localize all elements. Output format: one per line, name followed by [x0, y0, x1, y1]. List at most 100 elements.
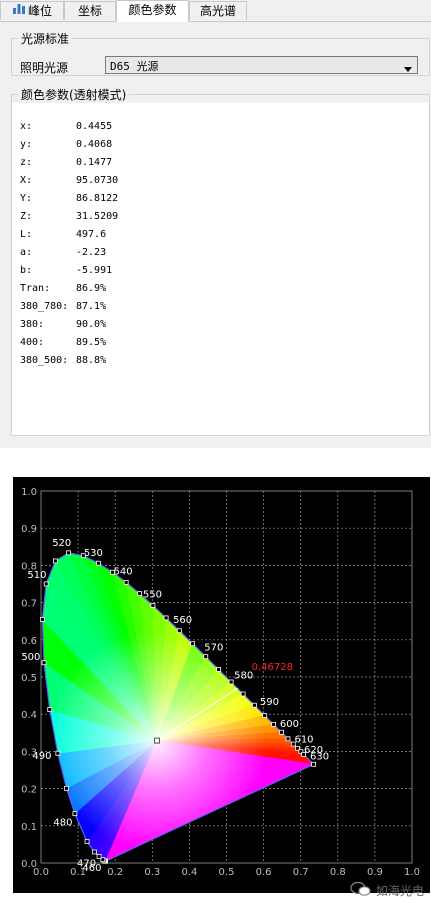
x-tick-label: 0.4	[181, 867, 197, 878]
spectral-point	[72, 811, 78, 817]
param-row: X: 95.0730	[20, 175, 119, 186]
y-tick-label: 1.0	[21, 487, 37, 498]
x-tick-label: 0.7	[293, 867, 309, 878]
y-tick-label: 0.6	[21, 636, 37, 647]
color-params-group: 颜色参数(透射模式) x: 0.4455 y: 0.4068 z: 0.1477 X:…	[11, 86, 430, 436]
tab-label: 坐标	[77, 4, 102, 18]
illuminant-label: 照明光源	[20, 61, 69, 75]
spectral-point	[190, 641, 196, 647]
cie-chromaticity-diagram: 460 470 480 490 500 510 520 530 540 550 560 570 580 5…	[13, 477, 430, 893]
color-params-group-title: 颜色参数(透射模式)	[21, 88, 127, 102]
x-tick-label: 0.3	[144, 867, 160, 878]
y-tick-label: 0.5	[21, 673, 37, 684]
wavelength-label: 550	[143, 589, 162, 600]
y-tick-label: 0.7	[21, 599, 37, 610]
tab-bar: 峰位 坐标 颜色参数 高光谱	[0, 0, 431, 22]
param-row: 380_500: 88.8%	[20, 355, 107, 366]
wavelength-label: 520	[52, 538, 71, 549]
tab-peak-position[interactable]: 峰位	[0, 1, 64, 20]
spectral-point	[285, 736, 291, 742]
wavelength-label: 600	[280, 719, 299, 730]
spectral-point	[43, 581, 49, 587]
illuminant-group: 光源标准 照明光源 D65 光源	[11, 30, 430, 76]
spectral-point	[290, 741, 296, 747]
tab-coordinates[interactable]: 坐标	[64, 1, 116, 20]
tab-label: 峰位	[27, 4, 52, 18]
wavelength-label: 540	[114, 567, 133, 578]
spectral-point	[216, 667, 222, 672]
spectral-point	[203, 654, 209, 660]
wavelength-label: 480	[53, 818, 72, 829]
param-row: z: 0.1477	[20, 157, 113, 168]
spectral-point	[279, 729, 284, 735]
param-row: Tran: 86.9%	[20, 283, 107, 294]
dominant-value-annotation: 0.46728	[252, 662, 293, 673]
param-row: y: 0.4068	[20, 139, 113, 150]
wavelength-label: 500	[21, 652, 40, 663]
param-row: 380: 90.0%	[20, 319, 107, 330]
illuminant-group-title: 光源标准	[21, 32, 70, 46]
x-tick-label: 0.6	[256, 867, 272, 878]
spectral-point	[64, 785, 69, 791]
spectral-point	[66, 550, 71, 556]
y-tick-label: 0.9	[21, 524, 37, 535]
x-tick-label: 0.5	[219, 867, 235, 878]
chart-bar-icon	[12, 2, 26, 21]
spectral-point	[40, 617, 45, 622]
watermark-text: 如海光电	[376, 883, 425, 898]
color-params-list: x: 0.4455 y: 0.4068 z: 0.1477 X: 95.0730 Y: 8…	[12, 103, 429, 435]
spectral-point	[96, 854, 102, 859]
spectral-point	[228, 679, 234, 685]
wavelength-label: 570	[204, 642, 223, 653]
spectral-point	[47, 707, 53, 712]
spectral-point	[271, 722, 277, 727]
spectral-point	[41, 660, 47, 666]
y-tick-label: 0.4	[21, 710, 37, 721]
y-tick-label: 0.2	[21, 785, 37, 796]
chevron-down-icon	[404, 62, 412, 76]
illuminant-select[interactable]: D65 光源	[105, 56, 418, 74]
y-tick-label: 0.1	[21, 822, 37, 833]
tab-label: 颜色参数	[128, 3, 177, 17]
spectral-point	[251, 702, 257, 708]
param-row: Z: 31.5209	[20, 211, 119, 222]
spectral-point	[137, 591, 143, 596]
param-row: Y: 86.8122	[20, 193, 119, 204]
wavelength-label: 630	[310, 751, 329, 762]
illuminant-selected-value: D65 光源	[110, 60, 159, 73]
watermark: 如海光电	[350, 880, 424, 900]
param-row: 400: 89.5%	[20, 337, 107, 348]
wechat-icon	[350, 881, 372, 900]
spectral-point	[84, 839, 90, 844]
spectral-point	[163, 615, 169, 621]
color-params-panel: 光源标准 照明光源 D65 光源 颜色参数(透射模式) x: 0.4455 y: 0…	[0, 22, 431, 448]
spectral-point	[177, 628, 182, 634]
y-tick-label: 0.3	[21, 747, 37, 758]
tab-hyperspectral[interactable]: 高光谱	[189, 1, 247, 20]
spectral-point	[240, 691, 246, 697]
param-row: b: -5.991	[20, 265, 113, 276]
wavelength-label: 580	[234, 671, 253, 682]
param-row: 380_780: 87.1%	[20, 301, 107, 312]
x-tick-label: 0.8	[330, 867, 346, 878]
param-row: x: 0.4455	[20, 121, 113, 132]
spectral-point	[123, 580, 129, 585]
spectral-point	[150, 603, 156, 608]
spectral-point	[95, 560, 101, 566]
x-tick-label: 1.0	[404, 867, 420, 878]
tab-label: 高光谱	[199, 4, 236, 18]
tab-color-params[interactable]: 颜色参数	[116, 0, 189, 22]
spectral-point	[92, 849, 97, 855]
x-tick-label: 0.9	[367, 867, 383, 878]
param-row: a: -2.23	[20, 247, 107, 258]
wavelength-label: 530	[84, 548, 103, 559]
cie-chart-svg: 4604704804905005105205305405505605705805…	[21, 487, 420, 878]
wavelength-label: 610	[294, 735, 313, 746]
x-tick-label: 0.2	[107, 867, 123, 878]
wavelength-label: 560	[173, 615, 192, 626]
spectral-point	[301, 751, 307, 757]
spectral-point	[262, 713, 268, 718]
y-tick-label: 0.8	[21, 561, 37, 572]
spectral-point	[55, 750, 61, 756]
param-row: L: 497.6	[20, 229, 107, 240]
